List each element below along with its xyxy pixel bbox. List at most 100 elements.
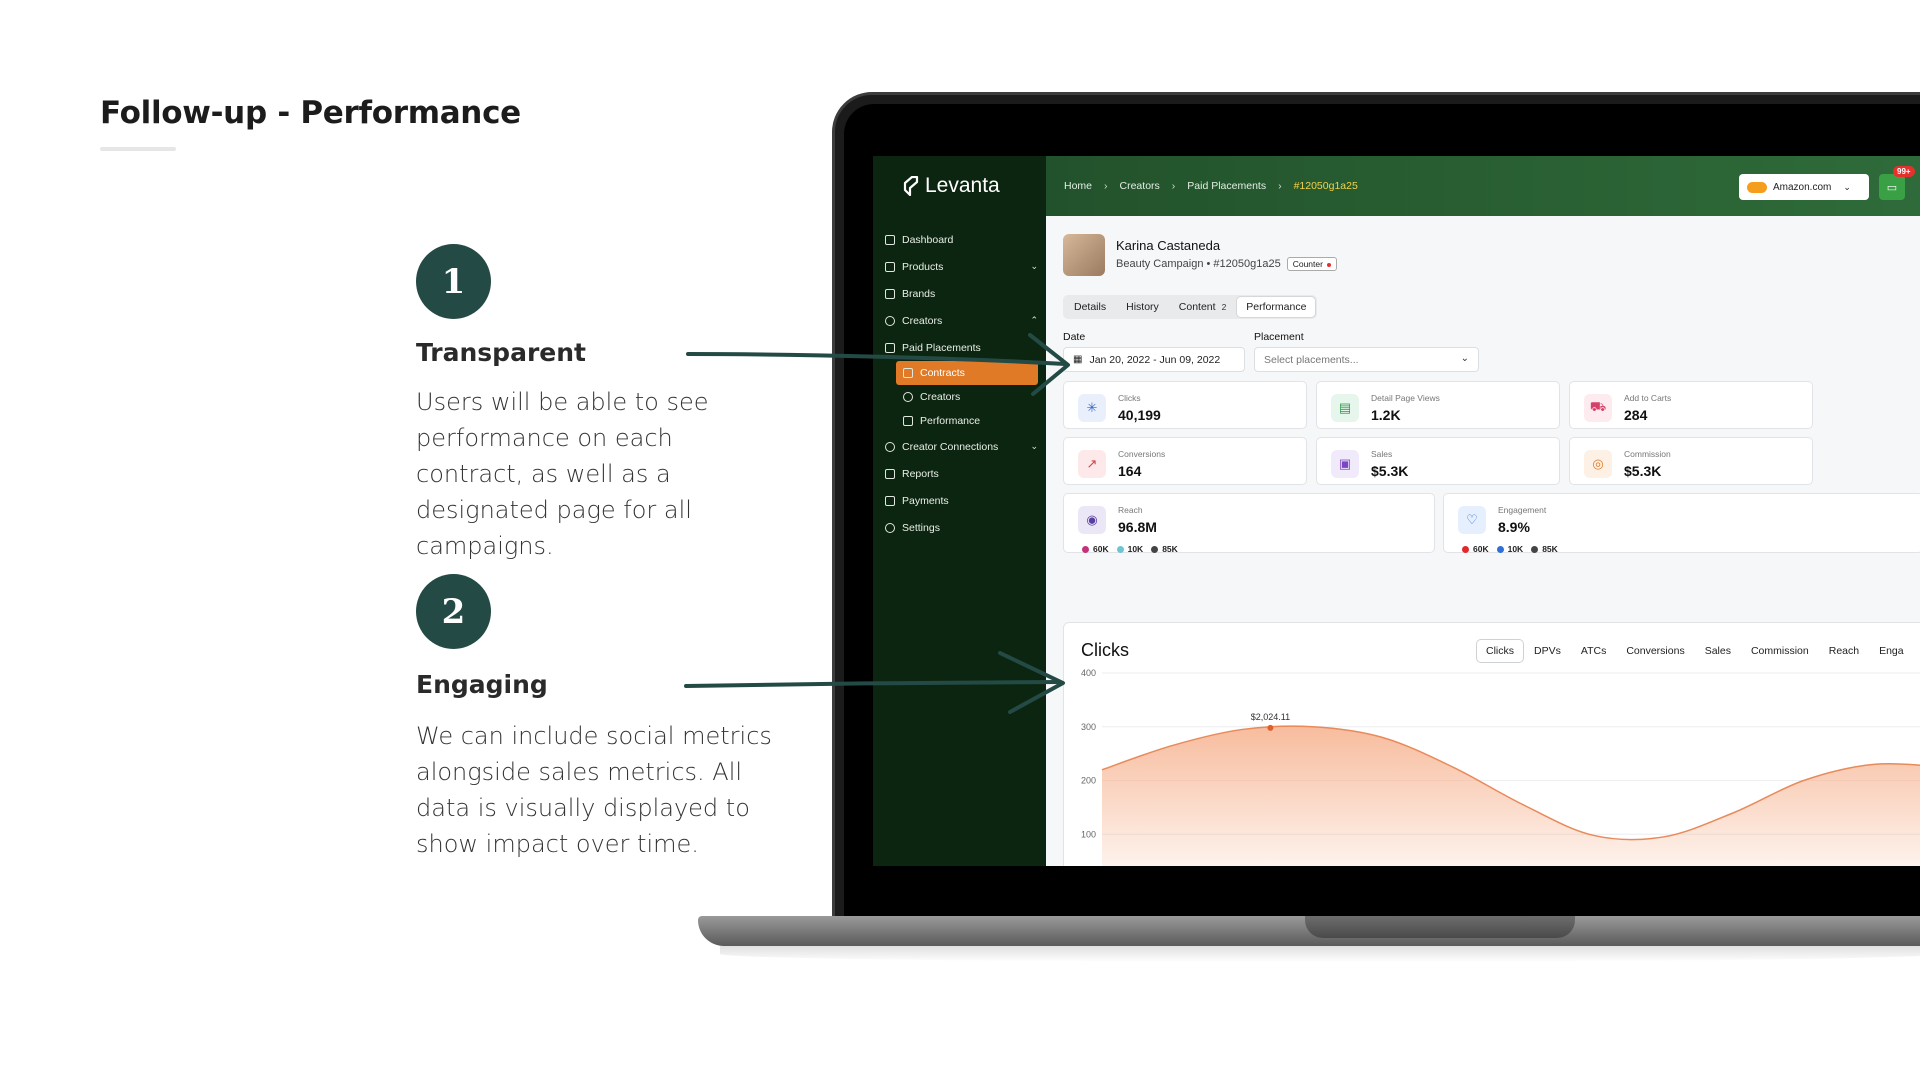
tab-history[interactable]: History [1117,297,1168,317]
sidebar-item-brands[interactable]: Brands [873,280,1046,307]
data-point[interactable] [1267,724,1274,731]
chart-tab-commission[interactable]: Commission [1742,640,1818,662]
sidebar-item-label: Creators [902,314,943,327]
avatar [1063,234,1105,276]
logo-text: Levanta [925,174,1000,197]
metric-label: Sales [1371,449,1393,459]
metric-label: Add to Carts [1624,393,1672,403]
breadcrumb-home[interactable]: Home [1064,180,1092,192]
calendar-icon: ▦ [1073,354,1083,365]
legend-dot-icon [1496,545,1504,553]
metric-label: Reach [1118,505,1143,515]
point-heading-1: Transparent [416,338,586,367]
point-heading-2: Engaging [416,670,548,699]
chevron-down-icon[interactable]: ⌄ [1030,441,1038,452]
legend-dot-icon [1531,545,1539,553]
chart-tab-clicks[interactable]: Clicks [1477,640,1523,662]
sidebar-item-creators-sub[interactable]: Creators [873,385,1046,409]
metric-label: Clicks [1118,393,1141,403]
metric-value: 40,199 [1118,407,1161,423]
chart-tab-dpvs[interactable]: DPVs [1525,640,1570,662]
line-chart-icon: ↗ [1078,450,1106,478]
sidebar-item-paid-placements[interactable]: Paid Placements [873,334,1046,361]
metric-card-atc[interactable]: ⛟ Add to Carts 284 [1569,381,1813,429]
messages-button[interactable]: ▭ [1879,174,1905,200]
legend-item: 85K [1151,544,1178,554]
status-label: Counter [1292,259,1323,269]
sidebar-item-settings[interactable]: Settings [873,514,1046,541]
sidebar: Levanta Dashboard Products ⌄ Brands Crea… [873,156,1046,866]
tab-label: History [1126,301,1159,313]
step-number-1: 1 [416,244,491,319]
sidebar-item-label: Performance [920,415,981,427]
metric-value: 8.9% [1498,519,1530,535]
card-icon [885,495,895,506]
sidebar-item-contracts[interactable]: Contracts [896,361,1038,385]
slide: { "slide": { "title": "Follow-up - Perfo… [0,0,1920,1080]
sidebar-item-creator-connections[interactable]: Creator Connections ⌄ [873,433,1046,460]
metric-label: Conversions [1118,449,1166,459]
tab-label: Details [1074,301,1107,313]
sidebar-item-label: Payments [902,494,949,507]
metric-card-commission[interactable]: ◎ Commission $5.3K [1569,437,1813,485]
breadcrumb-paid-placements[interactable]: Paid Placements [1187,180,1266,192]
sidebar-item-performance[interactable]: Performance [873,409,1046,433]
cash-icon: ▣ [1331,450,1359,478]
coins-icon: ◎ [1584,450,1612,478]
chart-tab-conversions[interactable]: Conversions [1617,640,1693,662]
app-logo[interactable]: Levanta [903,174,1000,198]
sidebar-item-payments[interactable]: Payments [873,487,1046,514]
breadcrumb-creators[interactable]: Creators [1120,180,1160,192]
metric-card-clicks[interactable]: ✳ Clicks 40,199 [1063,381,1307,429]
sidebar-item-dashboard[interactable]: Dashboard [873,226,1046,253]
laptop-notch [1305,916,1575,938]
metric-card-conversions[interactable]: ↗ Conversions 164 [1063,437,1307,485]
sidebar-item-label: Dashboard [902,233,954,246]
creator-name: Karina Castaneda [1116,238,1221,253]
sidebar-item-reports[interactable]: Reports [873,460,1046,487]
bar-chart-icon [885,468,895,479]
sidebar-item-label: Settings [902,521,940,534]
area-fill [1102,726,1920,866]
chart-tab-sales[interactable]: Sales [1696,640,1740,662]
metric-card-dpv[interactable]: ▤ Detail Page Views 1.2K [1316,381,1560,429]
legend-value: 10K [1127,544,1144,554]
main-content: Karina Castaneda Beauty Campaign • #1205… [1046,216,1920,866]
metric-card-sales[interactable]: ▣ Sales $5.3K [1316,437,1560,485]
chevron-up-icon[interactable]: ⌃ [1030,315,1038,326]
chart-tab-reach[interactable]: Reach [1820,640,1868,662]
store-selector[interactable]: Amazon.com ⌄ [1739,174,1869,200]
social-card-reach[interactable]: ◉ Reach 96.8M 60K 10K 85K [1063,493,1435,554]
cart-icon: ⛟ [1584,394,1612,422]
chevron-down-icon: ⌄ [1843,181,1851,192]
tab-content[interactable]: Content 2 [1170,297,1236,317]
tab-label: Performance [1246,301,1307,313]
sidebar-item-creators[interactable]: Creators ⌃ [873,307,1046,334]
point-body-2: We can include social metrics alongside … [416,722,772,858]
sidebar-item-label: Brands [902,287,936,300]
chart-tab-atcs[interactable]: ATCs [1572,640,1615,662]
y-tick-label: 100 [1081,829,1096,839]
sidebar-item-products[interactable]: Products ⌄ [873,253,1046,280]
chevron-down-icon: ⌄ [1460,353,1469,364]
metric-value: $5.3K [1371,463,1409,479]
social-card-engagement[interactable]: ♡ Engagement 8.9% 60K 10K 85K [1443,493,1920,554]
date-label: Date [1063,331,1086,343]
metric-value: 284 [1624,407,1648,423]
home-icon [885,234,895,245]
chevron-down-icon[interactable]: ⌄ [1030,261,1038,272]
sidebar-item-label: Paid Placements [902,341,981,354]
tab-details[interactable]: Details [1065,297,1115,317]
y-tick-label: 400 [1081,668,1096,678]
chevron-right-icon: › [1171,180,1176,192]
legend-item: 85K [1531,544,1558,554]
clicks-chart-card: Clicks Clicks DPVs ATCs Conversions Sale… [1063,622,1920,866]
placement-select[interactable]: Select placements... ⌄ [1254,347,1479,372]
amazon-logo-icon [1747,181,1767,193]
tab-performance[interactable]: Performance [1237,297,1316,317]
notification-badge: 99+ [1893,166,1915,177]
document-icon: ▤ [1331,394,1359,422]
chart-tab-engagement[interactable]: Enga [1870,640,1913,662]
legend-value: 60K [1473,544,1489,554]
date-range-picker[interactable]: ▦ Jan 20, 2022 - Jun 09, 2022 [1063,347,1245,372]
